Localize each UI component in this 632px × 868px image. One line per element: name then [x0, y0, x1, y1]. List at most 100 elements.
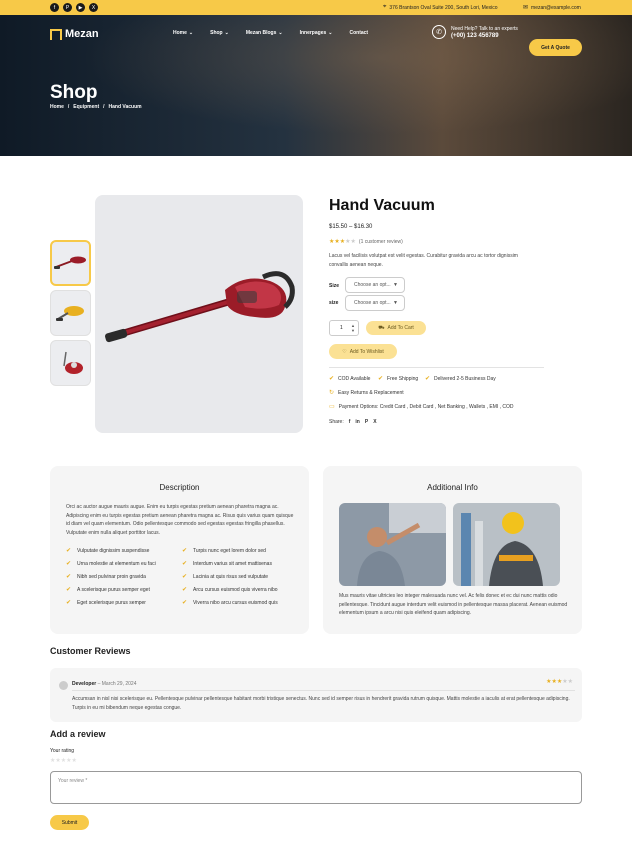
- customer-reviews-heading: Customer Reviews: [50, 646, 131, 656]
- chevron-down-icon: ⌄: [278, 30, 283, 36]
- thumbnail-yellow-vacuum[interactable]: [50, 290, 91, 336]
- bullet-item: ✔ Viverra nibo arcu cursus euismod quis: [182, 599, 278, 607]
- phone-icon: ✆: [432, 25, 446, 39]
- worker-photo-1: [339, 503, 446, 586]
- bullet-item: ✔ A scelerisque purus semper eget: [66, 586, 150, 594]
- youtube-icon[interactable]: ▶: [76, 3, 85, 12]
- breadcrumb: Home / Equipment / Hand Vacuum: [50, 104, 142, 110]
- size-select-2[interactable]: Choose an opt... ▼: [345, 295, 405, 311]
- check-icon: ✔: [182, 574, 188, 580]
- share-row: Share: f in P X: [329, 419, 377, 425]
- check-icon: ✔: [182, 600, 188, 606]
- vacuum-thumbnail-image: [53, 256, 86, 269]
- caret-down-icon: ▼: [393, 300, 398, 306]
- submit-button[interactable]: Submit: [50, 815, 89, 830]
- nav-item-home[interactable]: Home ⌄: [173, 30, 193, 36]
- x-icon[interactable]: X: [89, 3, 98, 12]
- check-icon: ✔: [182, 561, 188, 567]
- check-icon: ✔: [378, 376, 384, 382]
- review-textarea[interactable]: Your review *: [50, 771, 582, 804]
- check-icon: ✔: [425, 376, 431, 382]
- pinterest-icon[interactable]: P: [63, 3, 72, 12]
- chevron-down-icon: ⌄: [188, 30, 194, 36]
- worker-photo-2: [453, 503, 560, 586]
- review-count-link[interactable]: (1 customer review): [359, 239, 403, 245]
- linkedin-share-icon[interactable]: in: [355, 419, 359, 425]
- quantity-value[interactable]: 1: [340, 325, 343, 331]
- quantity-stepper[interactable]: 1 ▲ ▼: [329, 320, 359, 336]
- heart-icon: ♡: [342, 348, 347, 355]
- description-card: Description Orci ac auctor augue mauris …: [50, 466, 309, 634]
- check-icon: ✔: [66, 574, 72, 580]
- facebook-icon[interactable]: f: [50, 3, 59, 12]
- location-pin-icon: ⌖: [383, 4, 387, 10]
- bullet-item: ✔ Nibh sed pulvinar proin gravida: [66, 573, 146, 581]
- worker-image: [453, 503, 560, 586]
- product-main-image[interactable]: [95, 195, 303, 433]
- check-icon: ✔: [66, 561, 72, 567]
- thumbnail-canister-vacuum[interactable]: [50, 340, 91, 386]
- feature-cod: ✔ COD Available: [329, 375, 371, 383]
- facebook-share-icon[interactable]: f: [349, 419, 351, 425]
- breadcrumb-equipment[interactable]: Equipment: [73, 104, 99, 110]
- breadcrumb-home[interactable]: Home: [50, 104, 64, 110]
- review-item: Developer – March 29, 2024 ★★★★★ Accumsa…: [50, 668, 582, 722]
- bullet-item: ✔ Lacinia at quis risus sed vulputate: [182, 573, 269, 581]
- card-icon: ▭: [329, 404, 335, 410]
- feature-payment: ▭ Payment Options: Credit Card , Debit Ca…: [329, 403, 514, 411]
- help-label: Need Help? Talk to an experts: [451, 25, 518, 32]
- caret-down-icon: ▼: [393, 282, 398, 288]
- feature-returns: ↻ Easy Returns & Replacement: [329, 389, 404, 397]
- product-rating[interactable]: ★★★★★ (1 customer review): [329, 238, 403, 246]
- chevron-down-icon: ⌄: [224, 30, 229, 36]
- nav-item-blogs[interactable]: Mezan Blogs ⌄: [246, 30, 283, 36]
- help-phone[interactable]: (+00) 123 456789: [451, 33, 518, 39]
- logo[interactable]: Mezan: [50, 28, 99, 40]
- vacuum-thumbnail-image: [55, 306, 84, 321]
- nav-item-shop[interactable]: Shop ⌄: [210, 30, 229, 36]
- address-info: ⌖ 376 Brantson Oval Suite 200, South Lor…: [383, 4, 498, 11]
- email-info[interactable]: ✉ mezan@example.com: [523, 4, 581, 12]
- review-text: Accumsan in nisl nisi scelerisque eu. Pe…: [72, 696, 570, 711]
- description-title: Description: [159, 483, 200, 492]
- chevron-down-icon: ⌄: [328, 30, 333, 36]
- hand-vacuum-image: [105, 271, 295, 343]
- pinterest-share-icon[interactable]: P: [365, 419, 368, 425]
- variation-label-size-2: size: [329, 300, 339, 306]
- rating-stars-input[interactable]: ★★★★★: [50, 757, 77, 764]
- description-text: Orci ac auctor augue mauris augue. Enim …: [66, 504, 294, 537]
- divider: [72, 690, 575, 691]
- variation-label-size: Size: [329, 283, 340, 289]
- additional-info-title: Additional Info: [427, 483, 478, 492]
- return-icon: ↻: [329, 390, 335, 396]
- nav-item-contact[interactable]: Contact: [349, 30, 368, 36]
- thumbnail-red-vacuum[interactable]: [50, 240, 91, 286]
- bullet-item: ✔ Interdum varius sit amet mattisenas: [182, 560, 272, 568]
- divider: [329, 367, 544, 368]
- add-to-cart-button[interactable]: ⛟ Add To Cart: [366, 321, 426, 335]
- vacuum-thumbnail-image: [62, 351, 83, 374]
- bullet-item: ✔ Arcu cursus euismod quis viverra nibo: [182, 586, 278, 594]
- check-icon: ✔: [66, 548, 72, 554]
- worker-image: [339, 503, 446, 586]
- add-to-wishlist-button[interactable]: ♡ Add To Wishlist: [329, 344, 397, 359]
- review-author: Developer: [72, 681, 97, 687]
- check-icon: ✔: [329, 376, 335, 382]
- nav-item-innerpages[interactable]: Innerpages ⌄: [300, 30, 333, 36]
- review-star-rating-icon: ★★★★★: [546, 679, 573, 685]
- help-contact[interactable]: ✆ Need Help? Talk to an experts (+00) 12…: [432, 25, 518, 39]
- add-review-heading: Add a review: [50, 729, 106, 739]
- bullet-item: ✔ Urna molestie at elementum eu faci: [66, 560, 156, 568]
- feature-delivery: ✔ Delivered 2-5 Business Day: [425, 375, 496, 383]
- bullet-item: ✔ Turpis nunc eget lorem dolor sed: [182, 547, 266, 555]
- review-date: – March 29, 2024: [97, 681, 137, 687]
- x-share-icon[interactable]: X: [373, 419, 376, 425]
- check-icon: ✔: [66, 587, 72, 593]
- stepper-arrows-icon[interactable]: ▲ ▼: [351, 323, 355, 333]
- hero-banner: Mezan Home ⌄ Shop ⌄ Mezan Blogs ⌄ Innerpage…: [0, 15, 632, 156]
- get-quote-button[interactable]: Get A Quote: [529, 39, 582, 56]
- house-logo-icon: [50, 28, 62, 40]
- product-short-description: Lacus vel facilisis volutpat est velit e…: [329, 253, 518, 268]
- size-select[interactable]: Choose an opt... ▼: [345, 277, 405, 293]
- email-text[interactable]: mezan@example.com: [531, 5, 581, 11]
